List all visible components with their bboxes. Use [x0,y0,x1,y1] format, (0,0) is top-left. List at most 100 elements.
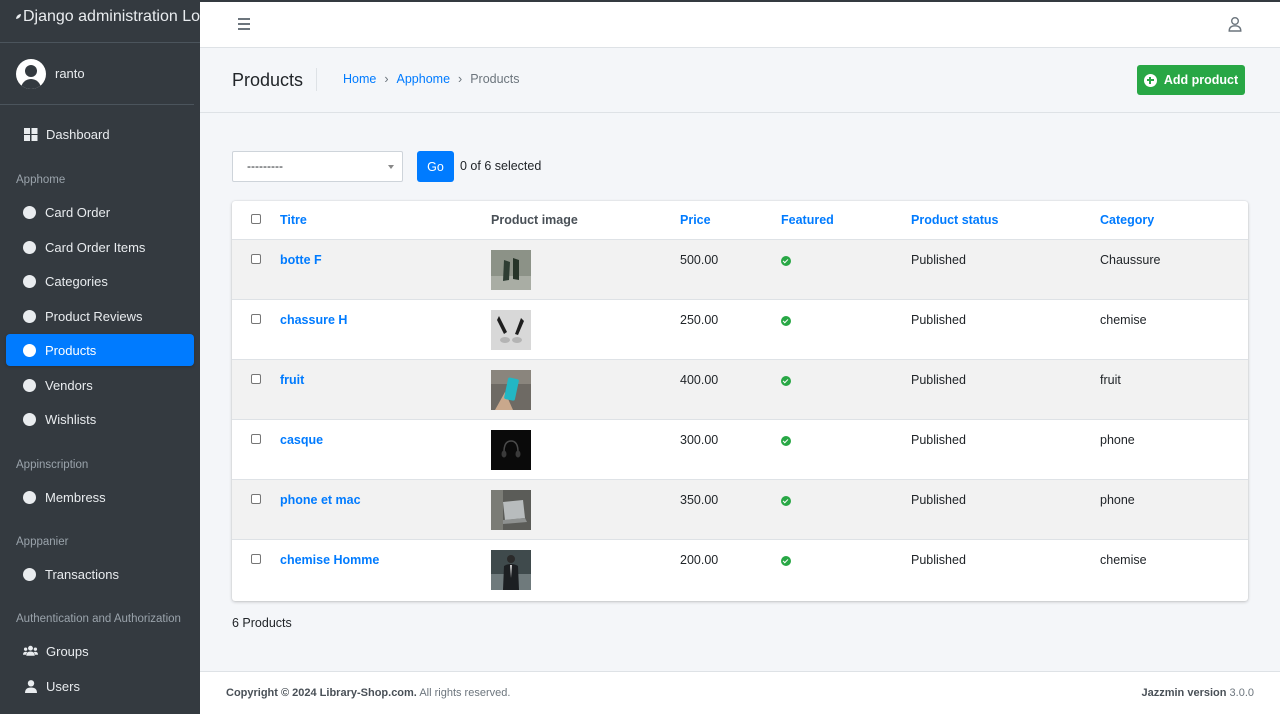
content-header: Products Home › Apphome › Products Add p… [200,48,1280,113]
go-button[interactable]: Go [417,151,454,182]
product-status: Published [911,253,966,267]
product-status: Published [911,493,966,507]
breadcrumb-separator: › [458,72,463,86]
row-checkbox[interactable] [251,434,261,444]
column-header-product-status[interactable]: Product status [911,213,999,227]
user-menu-icon[interactable] [1228,17,1242,32]
product-title-link[interactable]: casque [280,433,323,447]
row-checkbox[interactable] [251,374,261,384]
check-circle-icon [781,256,791,266]
sidebar-item-label: Transactions [45,566,119,582]
circle-icon [23,378,36,392]
sidebar-item-label: Wishlists [45,411,97,427]
avatar [16,58,46,89]
version-label: Jazzmin version [1141,687,1227,699]
copyright-rest: All rights reserved. [416,687,511,699]
breadcrumb-apphome[interactable]: Apphome [397,72,451,86]
product-thumbnail[interactable] [491,310,531,350]
check-circle-icon [781,316,791,326]
circle-icon [23,567,36,581]
title-divider [316,68,317,91]
version-number: 3.0.0 [1226,687,1254,699]
product-category: phone [1100,493,1135,507]
sidebar-item-label: Card Order [45,204,111,220]
column-header-product-image: Product image [491,213,578,227]
sidebar-item-product-reviews[interactable]: Product Reviews [6,300,194,332]
sidebar-item-label: Product Reviews [45,308,143,324]
footer: Copyright © 2024 Library-Shop.com. All r… [200,671,1280,714]
sidebar-item-groups[interactable]: Groups [6,635,194,667]
product-price: 300.00 [680,433,719,447]
copyright-link[interactable]: Copyright © 2024 Library-Shop.com. [226,687,417,699]
brand-logo-icon [16,14,21,19]
table-row: chemise Homme 200.00 Published chemise [232,539,1248,599]
row-checkbox[interactable] [251,254,261,264]
product-thumbnail[interactable] [491,430,531,470]
sidebar-item-label: Vendors [45,377,93,393]
product-status: Published [911,313,966,327]
row-checkbox[interactable] [251,314,261,324]
sidebar-item-label: Membress [45,489,106,505]
product-title-link[interactable]: fruit [280,373,304,387]
sidebar: Django administration Lo ranto Dashboard… [0,2,200,714]
column-header-price[interactable]: Price [680,213,711,227]
circle-icon [23,240,36,254]
product-thumbnail[interactable] [491,490,531,530]
sidebar-item-categories[interactable]: Categories [6,265,194,297]
sidebar-item-transactions[interactable]: Transactions [6,558,194,590]
menu-toggle-icon[interactable] [238,18,250,30]
breadcrumb-separator: › [384,72,389,86]
product-status: Published [911,553,966,567]
circle-icon [23,205,36,219]
user-panel[interactable]: ranto [0,43,194,105]
sidebar-header-auth: Authentication and Authorization [16,613,181,625]
product-thumbnail[interactable] [491,250,531,290]
circle-icon [23,274,36,288]
column-header-category[interactable]: Category [1100,213,1154,227]
result-count: 6 Products [232,616,292,630]
row-checkbox[interactable] [251,554,261,564]
brand-title: Django administration Lo [23,8,200,25]
sidebar-item-dashboard[interactable]: Dashboard [6,118,194,150]
circle-icon [23,412,36,426]
product-price: 400.00 [680,373,719,387]
action-select[interactable]: --------- [232,151,403,182]
sidebar-item-label: Users [46,678,80,694]
add-product-label: Add product [1163,73,1239,87]
select-all-checkbox[interactable] [251,214,261,224]
sidebar-item-label: Card Order Items [45,239,146,255]
breadcrumb-home[interactable]: Home [343,72,376,86]
table-row: fruit 400.00 Published fruit [232,359,1248,419]
add-product-button[interactable]: Add product [1137,65,1245,95]
sidebar-item-label: Categories [45,273,108,289]
sidebar-item-membress[interactable]: Membress [6,481,194,513]
product-title-link[interactable]: chassure H [280,313,347,327]
row-checkbox[interactable] [251,494,261,504]
dashboard-icon [23,127,38,141]
product-title-link[interactable]: botte F [280,253,322,267]
product-thumbnail[interactable] [491,370,531,410]
chevron-down-icon [388,165,394,169]
footer-copyright: Copyright © 2024 Library-Shop.com. All r… [226,687,510,699]
product-thumbnail[interactable] [491,550,531,590]
brand[interactable]: Django administration Lo [0,2,200,43]
sidebar-item-card-order[interactable]: Card Order [6,196,194,228]
sidebar-item-products[interactable]: Products [6,334,194,366]
sidebar-header-apppanier: Apppanier [16,536,69,548]
sidebar-item-vendors[interactable]: Vendors [6,369,194,401]
sidebar-header-appinscription: Appinscription [16,459,89,471]
product-category: phone [1100,433,1135,447]
circle-icon [23,490,36,504]
product-title-link[interactable]: phone et mac [280,493,361,507]
sidebar-item-users[interactable]: Users [6,670,194,702]
sidebar-item-card-order-items[interactable]: Card Order Items [6,231,194,263]
results-table: Titre Product image Price Featured Produ… [232,201,1248,601]
page-title: Products [232,70,304,90]
table-row: botte F 500.00 Published Chaussure [232,239,1248,299]
sidebar-item-wishlists[interactable]: Wishlists [6,403,194,435]
sidebar-item-label: Groups [46,643,89,659]
footer-version: Jazzmin version 3.0.0 [1141,687,1254,699]
column-header-titre[interactable]: Titre [280,213,307,227]
column-header-featured[interactable]: Featured [781,213,834,227]
product-title-link[interactable]: chemise Homme [280,553,379,567]
